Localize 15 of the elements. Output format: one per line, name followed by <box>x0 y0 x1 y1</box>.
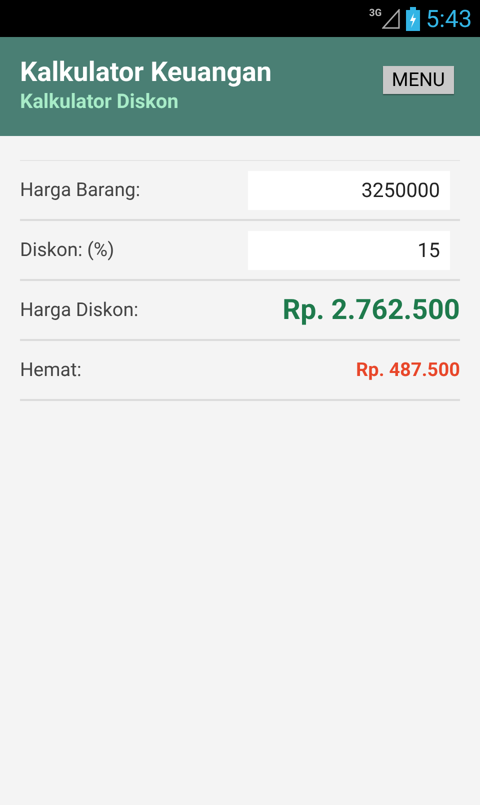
field-label: Harga Barang: <box>20 176 140 203</box>
signal-icon <box>382 8 400 28</box>
menu-button[interactable]: MENU <box>382 66 454 94</box>
result-value: Rp. 2.762.500 <box>282 292 460 328</box>
number-field[interactable]: 3250000 <box>248 170 450 210</box>
field-label: Harga Diskon: <box>20 296 138 323</box>
result-value: Rp. 487.500 <box>356 356 460 383</box>
app-subtitle: Kalkulator Diskon <box>20 88 180 114</box>
clock-time: 5:43 <box>426 6 472 30</box>
battery-icon <box>406 6 420 30</box>
number-field[interactable]: 15 <box>248 230 450 270</box>
field-label: Hemat: <box>20 356 82 383</box>
network-label: 3G <box>369 8 382 18</box>
app-title: Kalkulator Keuangan <box>20 56 272 88</box>
field-label: Diskon: (%) <box>20 236 114 263</box>
